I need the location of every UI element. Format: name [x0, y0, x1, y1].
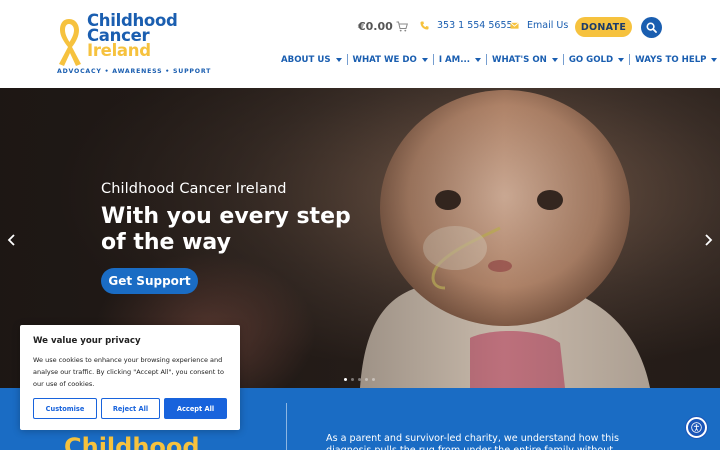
nav-ways-to-help[interactable]: WAYS TO HELP	[632, 55, 720, 65]
chevron-down-icon	[475, 57, 481, 62]
slide-dot[interactable]	[358, 378, 361, 381]
chevron-down-icon	[551, 57, 558, 62]
cart-icon	[396, 21, 408, 32]
accessibility-icon	[691, 422, 702, 433]
nav-divider	[629, 54, 631, 65]
chevron-down-icon	[335, 57, 342, 62]
nav-label: WHAT WE DO	[352, 54, 417, 65]
slide-dot[interactable]	[365, 378, 368, 381]
reject-all-button[interactable]: Reject All	[101, 398, 160, 419]
cart-link[interactable]: €0.00	[358, 20, 408, 33]
get-support-button[interactable]: Get Support	[101, 268, 198, 294]
mail-icon	[510, 22, 519, 29]
nav-about-us[interactable]: ABOUT US	[281, 55, 345, 65]
arrow-right-icon[interactable]	[703, 234, 713, 246]
nav-go-gold[interactable]: GO GOLD	[566, 55, 627, 65]
nav-divider	[346, 54, 348, 65]
main-nav: ABOUT US WHAT WE DO I AM... WHAT'S ON GO…	[281, 54, 720, 65]
customise-button[interactable]: Customise	[33, 398, 97, 419]
cart-amount: €0.00	[358, 20, 393, 33]
nav-divider	[432, 54, 434, 65]
search-button[interactable]	[641, 17, 662, 38]
chevron-down-icon	[421, 57, 428, 62]
slide-dot[interactable]	[351, 378, 354, 381]
cookie-title: We value your privacy	[33, 336, 141, 346]
nav-whats-on[interactable]: WHAT'S ON	[489, 55, 561, 65]
nav-what-we-do[interactable]: WHAT WE DO	[350, 55, 431, 65]
nav-label: GO GOLD	[568, 54, 614, 65]
slide-indicators	[344, 378, 375, 381]
nav-i-am[interactable]: I AM...	[436, 55, 484, 65]
email-label: Email Us	[527, 20, 569, 31]
nav-label: WAYS TO HELP	[635, 54, 707, 65]
nav-label: I AM...	[438, 54, 470, 65]
hero-eyebrow: Childhood Cancer Ireland	[101, 181, 287, 197]
nav-label: ABOUT US	[281, 54, 331, 65]
logo-tagline: ADVOCACY • AWARENESS • SUPPORT	[57, 68, 212, 75]
section-divider	[286, 403, 287, 450]
section-heading-line2: Childhood	[64, 433, 200, 450]
slide-dot[interactable]	[372, 378, 375, 381]
cookie-consent-banner: We value your privacy We use cookies to …	[20, 325, 240, 430]
search-icon	[646, 22, 657, 33]
nav-divider	[486, 54, 487, 65]
email-link[interactable]: Email Us	[510, 20, 568, 31]
phone-link[interactable]: 353 1 554 5655	[420, 20, 513, 31]
cookie-text: We use cookies to enhance your browsing …	[33, 356, 224, 388]
accessibility-button[interactable]	[686, 417, 707, 438]
nav-label: WHAT'S ON	[492, 54, 547, 65]
section-intro: As a parent and survivor-led charity, we…	[326, 433, 620, 450]
donate-button[interactable]: DONATE	[575, 17, 632, 37]
accept-all-button[interactable]: Accept All	[164, 398, 227, 419]
slide-dot[interactable]	[344, 378, 347, 381]
logo-line3: Ireland	[87, 41, 151, 60]
site-header: Childhood Cancer Ireland ADVOCACY • AWAR…	[0, 0, 720, 88]
phone-number: 353 1 554 5655	[437, 20, 513, 31]
chevron-down-icon	[618, 57, 625, 62]
hero-title: With you every step of the way	[101, 204, 351, 255]
phone-icon	[420, 21, 429, 30]
nav-divider	[562, 54, 564, 65]
chevron-down-icon	[711, 57, 718, 62]
utility-bar: €0.00 353 1 554 5655 Email Us DONATE	[0, 17, 720, 37]
arrow-left-icon[interactable]	[7, 234, 17, 246]
